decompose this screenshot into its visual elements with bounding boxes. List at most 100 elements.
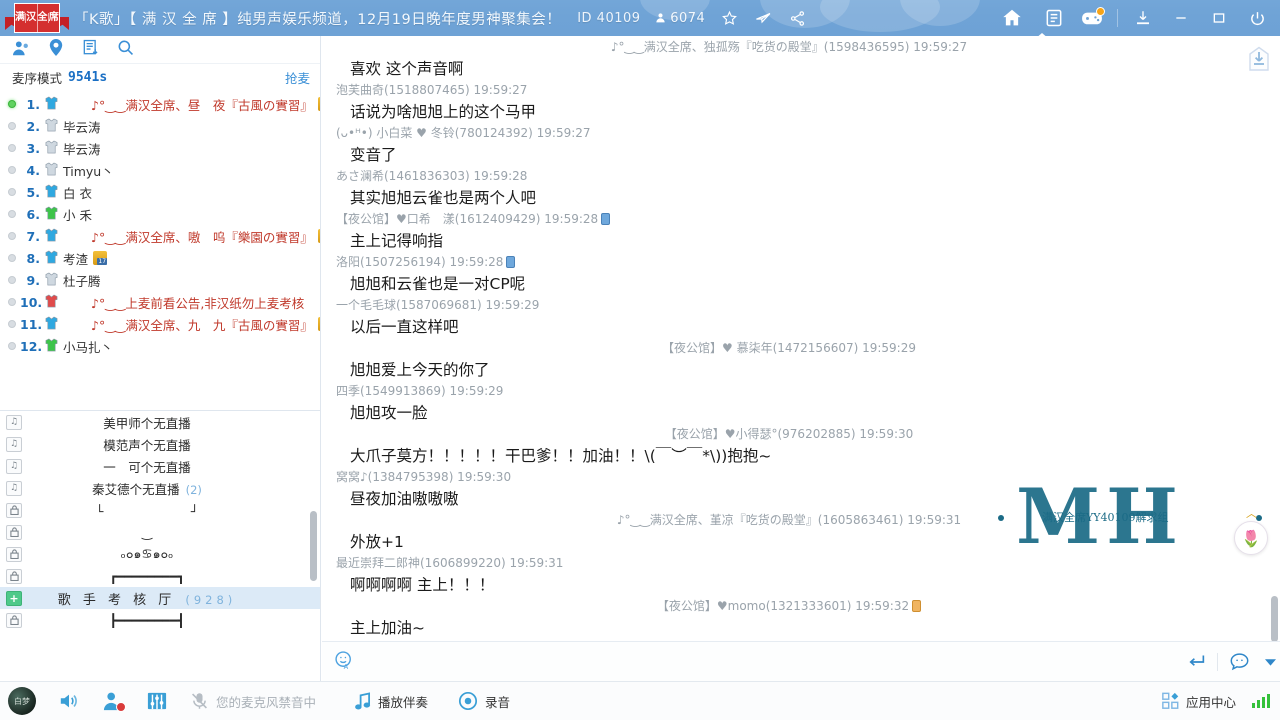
channel-item[interactable]: └ ┘ — [0, 499, 320, 521]
shirt-icon — [45, 338, 63, 355]
channel-item[interactable]: ┏━━━━━━━━┓ — [0, 565, 320, 587]
seat-item[interactable]: 2. 毕云涛 — [0, 115, 320, 137]
seat-status-dot — [8, 166, 16, 174]
share-icon[interactable] — [789, 10, 806, 27]
seat-number: 9. — [26, 272, 40, 288]
message-sender[interactable]: 【夜公馆】♥小得瑟°(976202885) 19:59:30 — [665, 427, 914, 441]
seat-item[interactable]: 7. ♪°‿‿满汉全席、嗷 呜『樂園の實習』 16 — [0, 225, 320, 247]
seat-status-dot — [8, 298, 16, 306]
message-sender[interactable]: ♪°‿‿满汉全席、堇凉『吃货の殿堂』(1605863461) 19:59:31 — [617, 513, 961, 527]
maximize-icon[interactable] — [1200, 0, 1238, 36]
left-scrollbar[interactable] — [310, 511, 317, 581]
channel-item[interactable]: + 歌 手 考 核 厅 (928) — [0, 587, 320, 609]
send-enter-icon[interactable] — [1175, 642, 1217, 682]
seat-item[interactable]: 12. 小马扎丶 — [0, 335, 320, 357]
play-accompaniment-button[interactable]: 播放伴奏 — [354, 691, 428, 711]
members-icon[interactable] — [12, 40, 30, 60]
message-sender[interactable]: 泡芙曲奇(1518807465) 19:59:27 — [336, 83, 527, 97]
mic-timer: 9541s — [68, 69, 108, 85]
seat-status-dot — [8, 210, 16, 218]
channel-item[interactable]: ♫ 模范声个无直播 — [0, 433, 320, 455]
message-body: 啊啊啊啊 主上！！！ — [350, 576, 495, 594]
message-sender[interactable]: 最近崇拜二郎神(1606899220) 19:59:31 — [336, 556, 563, 570]
mic-muted-icon[interactable]: 您的麦克风禁音中 — [190, 691, 316, 711]
speech-bubble-icon[interactable] — [1218, 642, 1260, 682]
logo-char-0: 满 — [15, 12, 27, 23]
grab-mic-button[interactable]: 抢麦 — [285, 68, 310, 87]
download-icon[interactable] — [1124, 0, 1162, 36]
message-sender[interactable]: ♪°‿‿满汉全席、独孤殇『吃货の殿堂』(1598436595) 19:59:27 — [611, 40, 967, 54]
seat-number: 1. — [26, 96, 40, 112]
mobile-client-icon — [912, 600, 922, 612]
seat-list-icon[interactable] — [82, 39, 99, 60]
message-sender[interactable]: あさ澜希(1461836303) 19:59:28 — [336, 169, 527, 183]
seat-number: 8. — [26, 250, 40, 266]
emoji-icon[interactable]: A — [334, 650, 354, 674]
channel-name: 一 可个无直播 — [103, 459, 191, 475]
seat-item[interactable]: 11. ♪°‿‿满汉全席、九 九『古風の實習』 15 — [0, 313, 320, 335]
shirt-icon — [45, 184, 63, 201]
channel-item[interactable]: ┣━━━━━━━━┫ — [0, 609, 320, 631]
app-center-button[interactable]: 应用中心 — [1161, 692, 1236, 711]
seat-number: 6. — [26, 206, 40, 222]
channel-user-count: (928) — [185, 592, 237, 607]
message-body: 话说为啥旭旭上的这个马甲 — [350, 103, 537, 121]
room-title: 「K歌」【 满 汉 全 席 】纯男声娱乐频道，12月19日晚年度男神聚集会！ — [74, 11, 562, 28]
lock-icon — [6, 502, 22, 518]
message-sender[interactable]: 一个毛毛球(1587069681) 19:59:29 — [336, 298, 539, 312]
seat-name: 毕云涛 — [63, 141, 101, 157]
user-count-value: 6074 — [670, 10, 706, 26]
plus-icon: + — [6, 590, 22, 606]
message-sender[interactable]: 【夜公馆】♥ 慕柒年(1472156607) 19:59:29 — [662, 341, 916, 355]
left-toolbar — [0, 36, 320, 64]
record-button[interactable]: 录音 — [458, 691, 510, 711]
seat-item[interactable]: 5. 白 衣 — [0, 181, 320, 203]
seat-status-dot — [8, 276, 16, 284]
channel-item[interactable]: ♫ 一 可个无直播 — [0, 455, 320, 477]
equalizer-icon[interactable] — [146, 691, 168, 711]
list-icon[interactable] — [1035, 0, 1073, 36]
speaker-icon[interactable] — [58, 691, 80, 711]
power-icon[interactable] — [1238, 0, 1276, 36]
room-id: ID 40109 — [577, 10, 641, 26]
channel-item[interactable]: ₒ๐๑♋๑๐ₒ — [0, 543, 320, 565]
game-icon[interactable] — [1073, 0, 1111, 36]
seat-item[interactable]: 3. 毕云涛 — [0, 137, 320, 159]
search-icon[interactable] — [117, 39, 134, 60]
message-sender[interactable]: (ᴗ•ᴴ•) 小白菜 ♥ 冬铃(780124392) 19:59:27 — [336, 126, 591, 140]
chevron-down-icon[interactable] — [1260, 642, 1280, 682]
channel-item[interactable]: ♫ 美甲师个无直播 — [0, 411, 320, 433]
paper-plane-icon[interactable] — [754, 10, 773, 27]
message-body: 旭旭和云雀也是一对CP呢 — [350, 275, 526, 293]
seat-item[interactable]: 9. 杜子腾 — [0, 269, 320, 291]
bottom-bar-right: 应用中心 — [1161, 692, 1270, 711]
add-user-icon[interactable] — [102, 691, 126, 712]
seat-number: 5. — [26, 184, 40, 200]
channel-name: 模范声个无直播 — [103, 437, 191, 453]
location-icon[interactable] — [48, 39, 64, 60]
seat-number: 11. — [20, 316, 43, 332]
minimize-icon[interactable] — [1162, 0, 1200, 36]
tulip-icon[interactable]: 🌷 — [1234, 521, 1268, 555]
message-sender[interactable]: 四季(1549913869) 19:59:29 — [336, 384, 503, 398]
shirt-icon — [45, 228, 63, 245]
channel-item[interactable]: ♫ 秦艾德个无直播 (2) — [0, 477, 320, 499]
music-note-icon: ♫ — [6, 436, 22, 452]
message-sender[interactable]: 【夜公馆】♥口希 漾(1612409429) 19:59:28 — [336, 212, 598, 226]
avatar[interactable]: 白梦 — [8, 687, 36, 715]
seat-item[interactable]: 6. 小 禾 — [0, 203, 320, 225]
message-sender[interactable]: 窝窝♪(1384795398) 19:59:30 — [336, 470, 511, 484]
seat-item[interactable]: 10. ♪°‿‿上麦前看公告,非汉纸勿上麦考核 — [0, 291, 320, 313]
seat-item[interactable]: 8. 考渣 17 — [0, 247, 320, 269]
upload-icon[interactable] — [1244, 42, 1274, 76]
channel-name: ┏━━━━━━━━┓ — [109, 568, 185, 584]
message-sender[interactable]: 【夜公馆】♥momo(1321333601) 19:59:32 — [657, 599, 909, 613]
chat-scrollbar[interactable] — [1271, 596, 1278, 641]
seat-item[interactable]: 1. ♪°‿‿满汉全席、昼 夜『古風の實習』 20 — [0, 93, 320, 115]
home-icon[interactable] — [989, 0, 1035, 36]
message-sender[interactable]: 洛阳(1507256194) 19:59:28 — [336, 255, 503, 269]
seat-item[interactable]: 4. Timyu丶 — [0, 159, 320, 181]
star-icon[interactable] — [721, 10, 738, 27]
channel-item[interactable]: ‿ — [0, 521, 320, 543]
message-body: 外放+1 — [350, 533, 404, 551]
